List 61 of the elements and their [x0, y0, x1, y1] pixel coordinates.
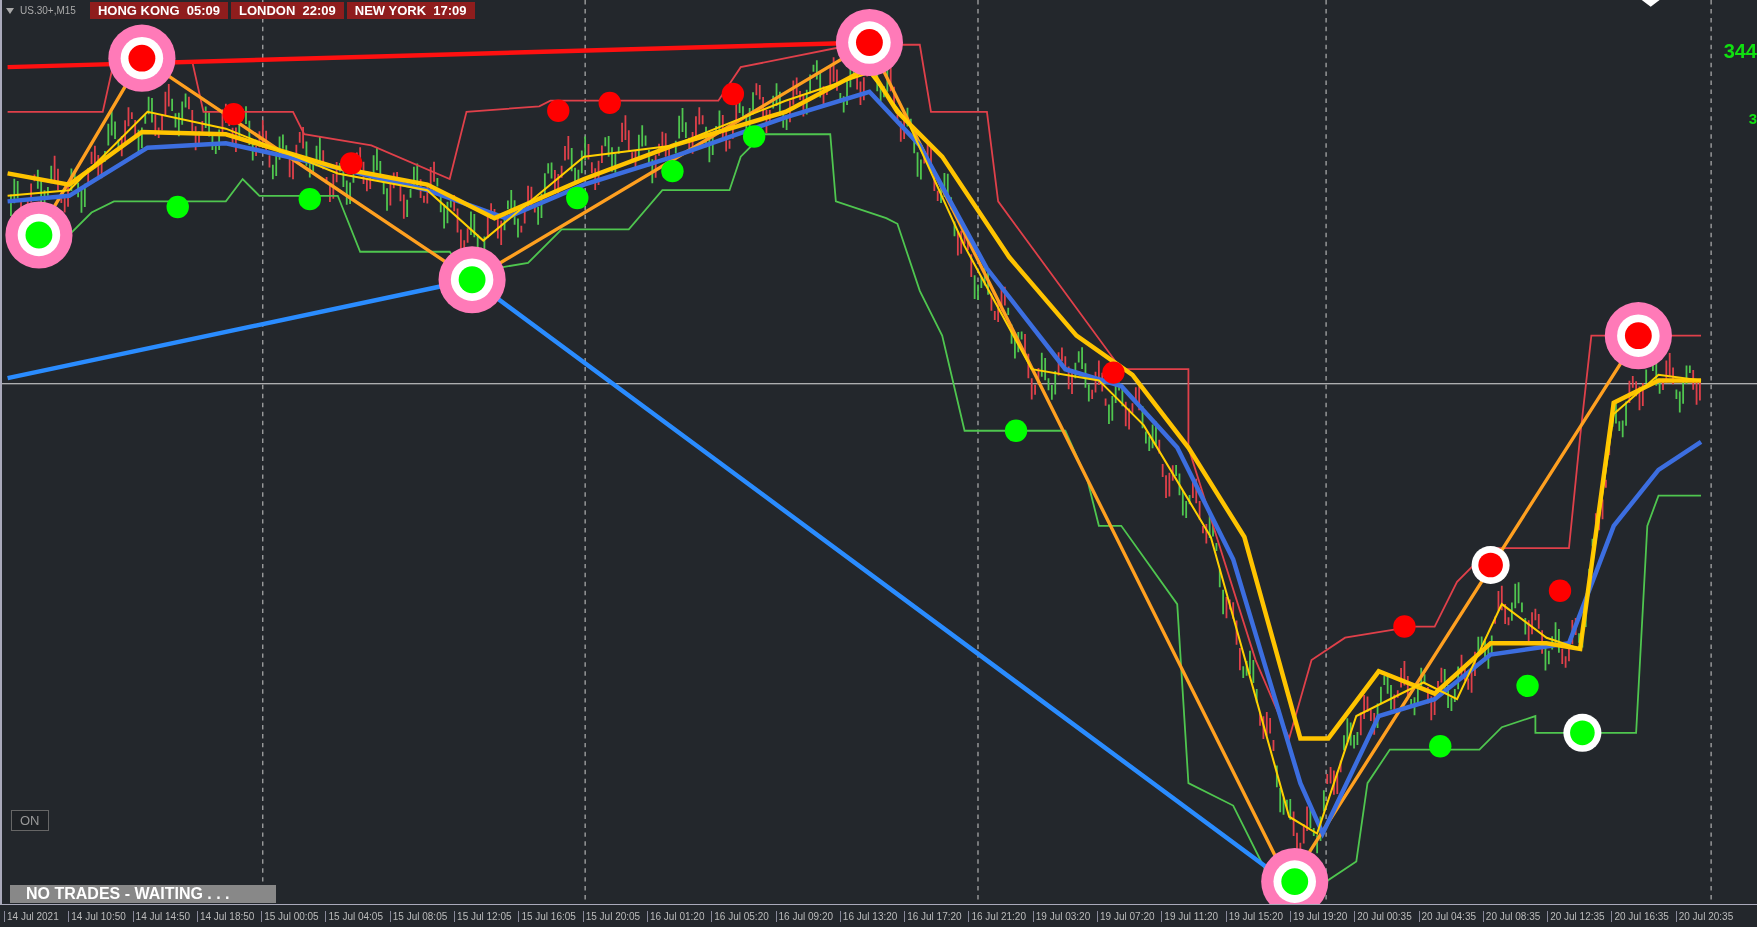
sell-signal-marker — [598, 91, 621, 115]
buy-signal-marker — [1563, 713, 1602, 752]
target-marker — [108, 24, 176, 92]
time-axis-label: 16 Jul 17:20 — [904, 910, 969, 922]
on-button[interactable]: ON — [11, 810, 49, 831]
status-banner: NO TRADES - WAITING . . . — [10, 885, 276, 903]
session-clock: NEW YORK 17:09 — [346, 2, 475, 19]
target-marker — [835, 8, 903, 77]
time-axis-label: 20 Jul 16:35 — [1611, 910, 1676, 922]
session-clock: HONG KONG 05:09 — [89, 2, 228, 19]
buy-signal-marker — [298, 187, 321, 211]
sell-signal-marker — [222, 102, 245, 126]
sell-signal-marker — [1102, 361, 1125, 384]
time-axis-label: 16 Jul 05:20 — [711, 910, 776, 922]
time-axis-label: 15 Jul 00:05 — [261, 910, 326, 922]
time-axis-label: 15 Jul 16:05 — [518, 910, 583, 922]
triangle-icon — [1641, 0, 1660, 7]
dropdown-icon[interactable] — [6, 7, 14, 14]
time-axis-label: 15 Jul 08:05 — [389, 910, 455, 922]
sell-signal-marker — [1471, 546, 1510, 584]
time-axis-label: 14 Jul 2021 — [4, 910, 69, 922]
target-marker — [5, 201, 73, 269]
target-marker — [1261, 848, 1329, 904]
target-marker — [1604, 302, 1672, 370]
time-axis-label: 16 Jul 21:20 — [968, 910, 1033, 922]
time-axis-label: 19 Jul 03:20 — [1032, 910, 1098, 922]
sell-signal-marker — [1393, 615, 1416, 638]
time-axis-label: 14 Jul 18:50 — [196, 910, 262, 922]
sell-signal-marker — [547, 99, 570, 122]
sell-signal-marker — [340, 152, 363, 175]
target-marker — [438, 246, 506, 314]
time-axis-label: 14 Jul 10:50 — [68, 910, 133, 922]
time-axis-label: 16 Jul 01:20 — [646, 910, 712, 922]
time-axis-label: 15 Jul 04:05 — [325, 910, 390, 922]
time-axis-label: 19 Jul 11:20 — [1161, 910, 1226, 922]
buy-signal-marker — [166, 195, 189, 219]
time-axis-label: 19 Jul 15:20 — [1225, 910, 1290, 922]
session-clock: LONDON 22:09 — [230, 2, 344, 19]
time-axis-label: 14 Jul 14:50 — [132, 910, 197, 922]
time-axis-label: 15 Jul 20:05 — [582, 910, 647, 922]
buy-signal-marker — [1429, 735, 1452, 758]
time-axis-label: 20 Jul 12:35 — [1547, 910, 1612, 922]
buy-signal-marker — [1516, 674, 1539, 697]
time-axis-label: 19 Jul 19:20 — [1289, 910, 1355, 922]
time-axis-label: 19 Jul 07:20 — [1097, 910, 1162, 922]
time-axis-label: 20 Jul 00:35 — [1354, 910, 1419, 922]
time-axis-label: 16 Jul 09:20 — [775, 910, 840, 922]
price-label: 344 — [1723, 40, 1757, 63]
time-axis-label: 15 Jul 12:05 — [454, 910, 519, 922]
time-axis-label: 20 Jul 04:35 — [1418, 910, 1483, 922]
time-axis-label: 20 Jul 20:35 — [1675, 910, 1740, 922]
buy-signal-marker — [1004, 419, 1028, 442]
buy-signal-marker — [566, 186, 589, 210]
sell-signal-marker — [721, 82, 745, 106]
sell-signal-marker — [1548, 579, 1572, 602]
buy-signal-marker — [661, 160, 684, 183]
time-axis-label: 16 Jul 13:20 — [839, 910, 905, 922]
time-axis-label: 20 Jul 08:35 — [1482, 910, 1548, 922]
price-label: 3 — [1748, 110, 1757, 127]
symbol-label: US.30+,M15 — [20, 5, 76, 16]
buy-signal-marker — [742, 125, 766, 148]
